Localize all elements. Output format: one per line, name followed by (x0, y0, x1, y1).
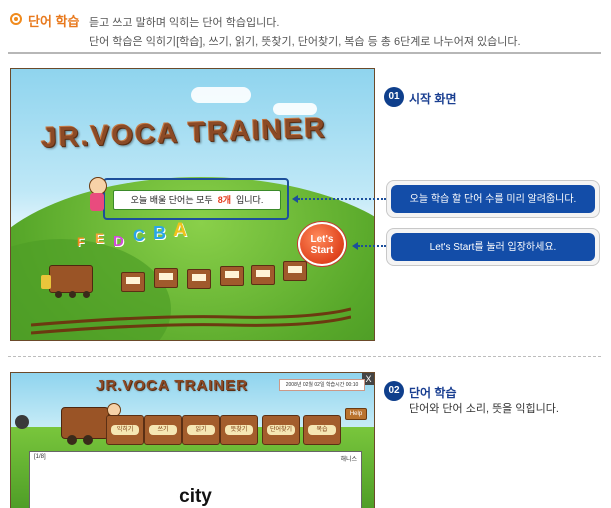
voca-trainer-logo: JR.VOCA TRAINER (40, 112, 328, 153)
step-number-badge: 01 (384, 87, 404, 107)
step-number-badge: 02 (384, 381, 404, 401)
alphabet-letters: FEDCBA (77, 219, 197, 250)
panel-label: 해니스 (340, 457, 357, 463)
alphabet-letter: D (113, 233, 124, 250)
callout-text: Let's Start를 눌러 입장하세요. (391, 233, 595, 261)
word-panel: [1/8] 해니스 city (29, 451, 362, 508)
lets-start-button[interactable]: Let's Start (298, 222, 346, 266)
train-car-icon (283, 261, 307, 281)
section-description-line1: 듣고 쓰고 말하며 익히는 단어 학습입니다. (89, 17, 280, 29)
step-title: 단어 학습 (409, 386, 457, 400)
train-engine-icon (61, 407, 109, 439)
step-car-label: 익히기 (111, 425, 139, 435)
lets-start-line2: Start (310, 245, 334, 256)
notice-suffix: 입니다. (236, 195, 264, 205)
train-car-icon (154, 268, 178, 288)
header-divider (8, 52, 601, 54)
notice-prefix: 오늘 배울 단어는 모두 (130, 195, 213, 205)
train-lamp-icon (41, 275, 51, 289)
step-car-find-word[interactable]: 단어찾기 (262, 415, 300, 445)
notice-count: 8개 (217, 195, 231, 205)
train-car-icon (187, 269, 211, 289)
train-engine-icon (49, 265, 93, 293)
wheel-icon (69, 291, 76, 298)
step-car-review[interactable]: 복습 (303, 415, 341, 445)
cloud-decoration (191, 87, 251, 103)
alphabet-letter: A (173, 219, 188, 241)
alphabet-letter: B (153, 223, 166, 243)
lets-start-line1: Let's (310, 234, 334, 245)
step-car-write[interactable]: 쓰기 (144, 415, 182, 445)
alphabet-letter: C (133, 227, 145, 245)
header-bullet-icon (10, 13, 22, 25)
step-car-label: 쓰기 (149, 425, 177, 435)
step-title: 시작 화면 (409, 92, 457, 106)
voca-trainer-logo: JR.VOCA TRAINER (96, 377, 248, 394)
section-description-line2: 단어 학습은 익히기[학습], 쓰기, 읽기, 뜻찾기, 단어찾기, 복습 등 … (89, 36, 521, 48)
word-count-notice: 오늘 배울 단어는 모두 8개 입니다. (113, 190, 281, 210)
section-title: 단어 학습 (28, 14, 80, 29)
pointer-line (298, 198, 386, 200)
step-car-label: 복습 (308, 425, 336, 435)
step-car-learn[interactable]: 익히기 (106, 415, 144, 445)
child-body-icon (90, 193, 104, 211)
alphabet-letter: F (77, 235, 85, 249)
step-car-label: 단어찾기 (267, 425, 295, 435)
pointer-line (358, 245, 386, 247)
step-car-label: 읽기 (187, 425, 215, 435)
train-car-icon (220, 266, 244, 286)
train-car-icon (251, 265, 275, 285)
section-separator (8, 356, 601, 357)
wheel-icon (67, 435, 77, 445)
wheel-icon (83, 291, 90, 298)
start-screen-image: JR.VOCA TRAINER 오늘 배울 단어는 모두 8개 입니다. FED… (10, 68, 375, 341)
wheel-icon (83, 435, 93, 445)
step-car-meaning[interactable]: 뜻찾기 (220, 415, 258, 445)
train-lamp-icon (15, 415, 29, 429)
step-car-read[interactable]: 읽기 (182, 415, 220, 445)
callout-lets-start: Let's Start를 눌러 입장하세요. (386, 228, 600, 266)
alphabet-letter: E (95, 231, 105, 246)
callout-word-count: 오늘 학습 할 단어 수를 미리 알려줍니다. (386, 180, 600, 218)
step-description: 단어와 단어 소리, 뜻을 익힙니다. (409, 403, 559, 415)
wheel-icon (55, 291, 62, 298)
step-car-label: 뜻찾기 (225, 425, 253, 435)
callout-text: 오늘 학습 할 단어 수를 미리 알려줍니다. (391, 185, 595, 213)
train-car-icon (121, 272, 145, 292)
study-word: city (179, 486, 212, 507)
word-study-screen-image: X JR.VOCA TRAINER 2008년 02월 02일 학습시간 00:… (10, 372, 375, 508)
word-progress: [1/8] (34, 454, 46, 460)
study-date-display: 2008년 02월 02일 학습시간 00:10 (279, 379, 365, 391)
help-button[interactable]: Help (345, 408, 367, 420)
